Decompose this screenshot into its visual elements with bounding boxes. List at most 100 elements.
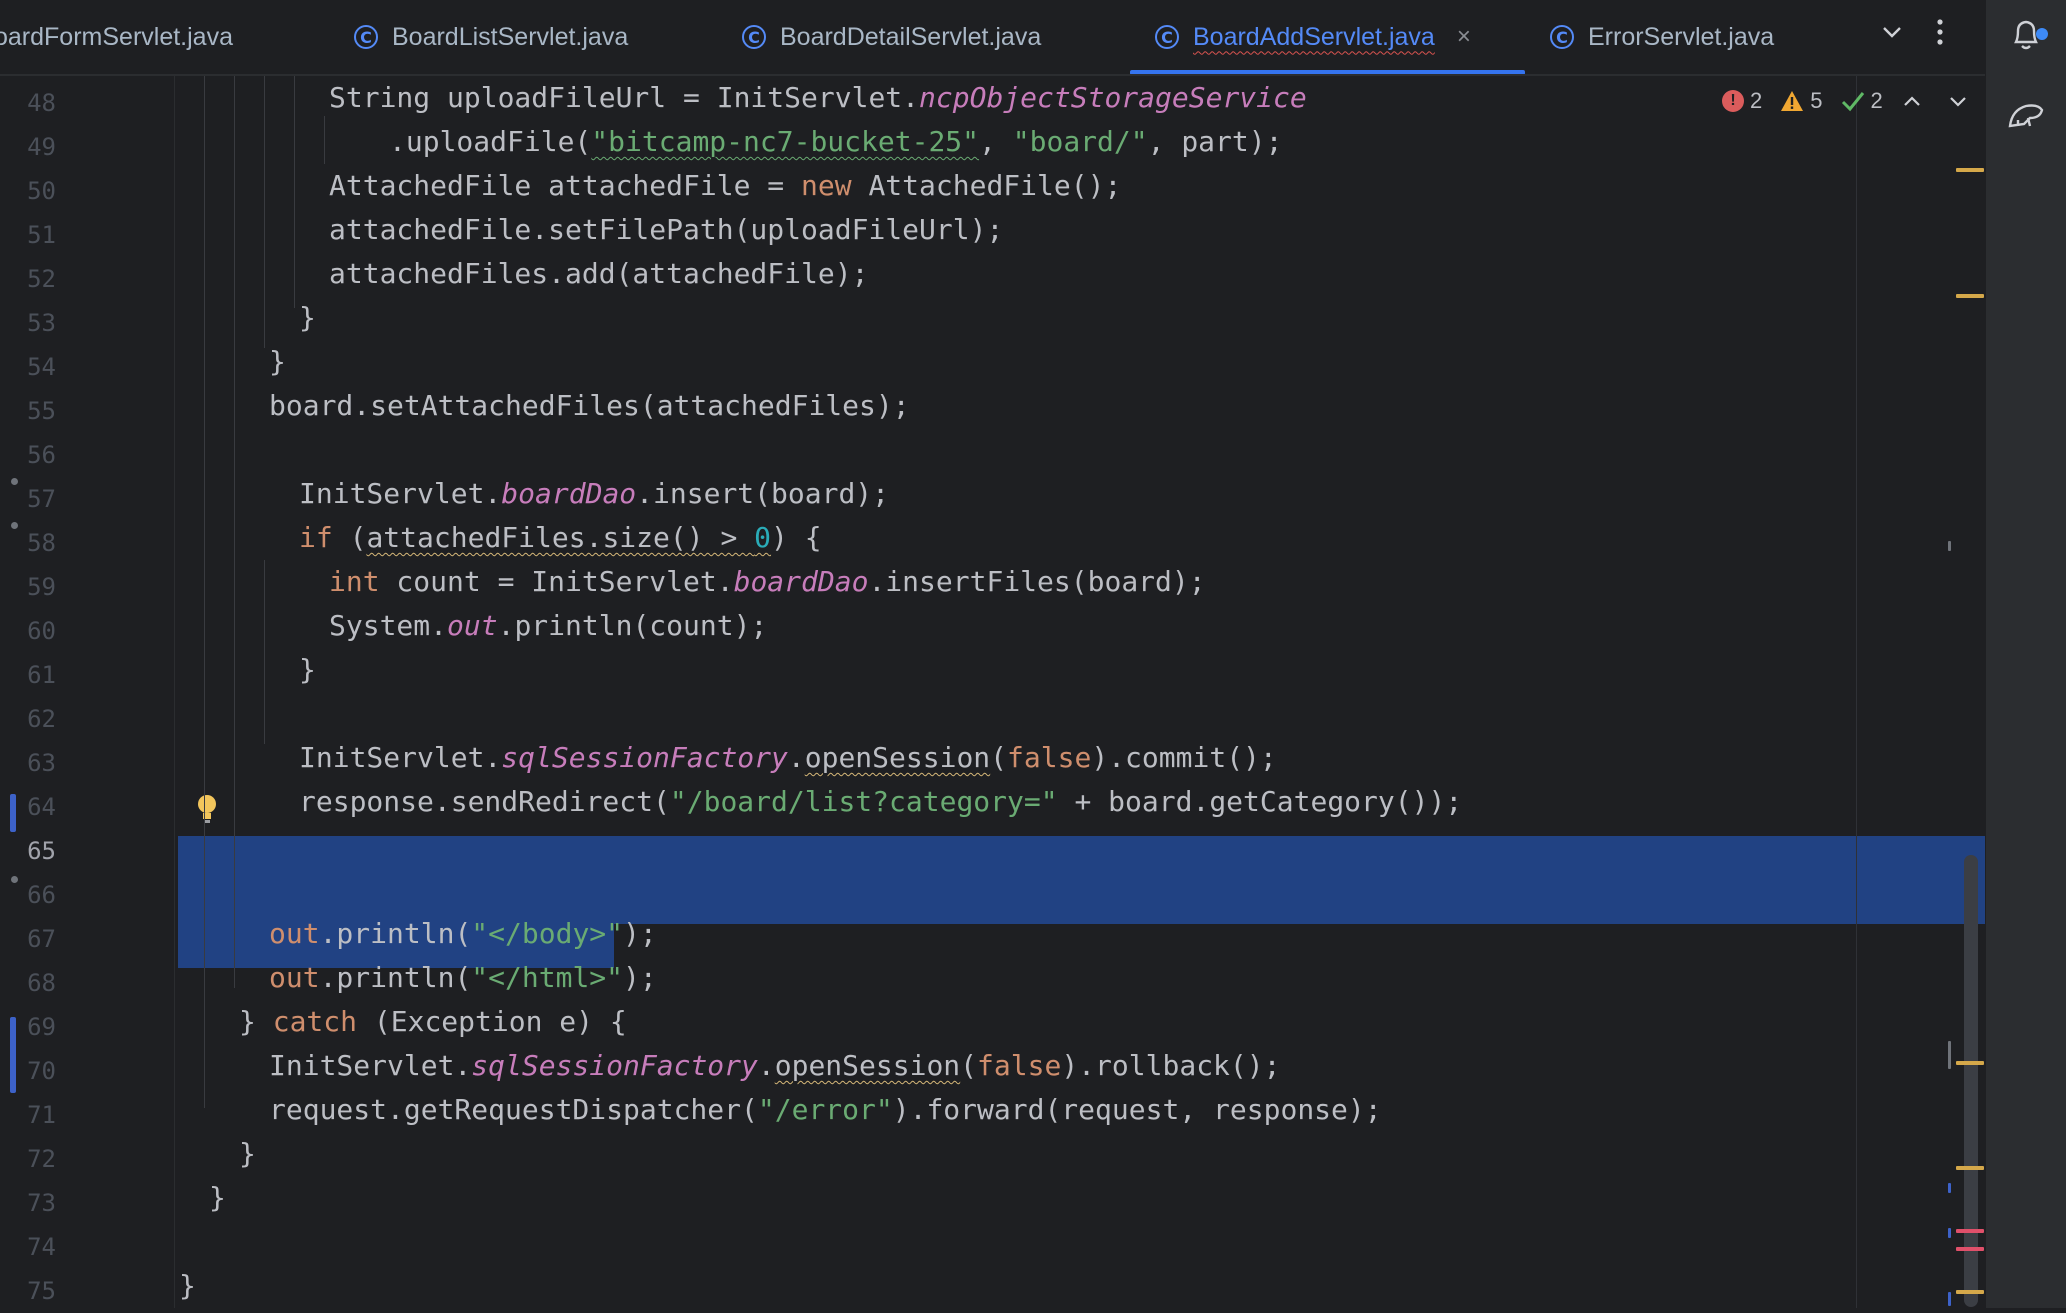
code-line-72[interactable]: }: [209, 1176, 226, 1220]
code-text: String uploadFileUrl = InitServlet.: [329, 81, 920, 114]
code-line-52[interactable]: attachedFiles.add(attachedFile);: [329, 252, 868, 296]
warning-count[interactable]: 5: [1780, 88, 1823, 114]
line-number[interactable]: 60: [0, 609, 56, 653]
line-number[interactable]: 63: [0, 741, 56, 785]
code-keyword: false: [977, 1049, 1062, 1082]
code-text: InitServlet.: [299, 741, 502, 774]
code-field: boardDao: [733, 565, 869, 598]
error-stripe[interactable]: [1956, 1229, 1984, 1233]
warning-stripe[interactable]: [1956, 294, 1984, 298]
line-number[interactable]: 61: [0, 653, 56, 697]
chevron-down-icon[interactable]: [1880, 18, 1904, 51]
code-text: response.sendRedirect(: [299, 785, 670, 818]
code-editor[interactable]: String uploadFileUrl = InitServlet.ncpOb…: [176, 76, 1985, 1308]
line-number[interactable]: 55: [0, 389, 56, 433]
line-number[interactable]: 53: [0, 301, 56, 345]
code-line-60[interactable]: System.out.println(count);: [329, 604, 767, 648]
line-number[interactable]: 70: [0, 1049, 56, 1093]
warning-stripe[interactable]: [1956, 1166, 1984, 1170]
bell-icon[interactable]: [2006, 14, 2048, 54]
code-text: count = InitServlet.: [379, 565, 734, 598]
error-count[interactable]: ! 2: [1722, 88, 1762, 114]
line-number[interactable]: 50: [0, 169, 56, 213]
code-line-53[interactable]: }: [299, 296, 316, 340]
line-number[interactable]: 52: [0, 257, 56, 301]
chevron-up-icon[interactable]: [1901, 90, 1923, 112]
code-line-54[interactable]: }: [269, 340, 286, 384]
line-number[interactable]: 72: [0, 1137, 56, 1181]
line-number[interactable]: 64: [0, 785, 56, 829]
line-number[interactable]: 66: [0, 873, 56, 917]
code-text: InitServlet.: [299, 477, 502, 510]
code-keyword: out: [269, 917, 320, 950]
code-line-55[interactable]: board.setAttachedFiles(attachedFiles);: [269, 384, 910, 428]
code-line-64[interactable]: response.sendRedirect("/board/list?categ…: [299, 780, 1462, 824]
code-line-61[interactable]: }: [299, 648, 316, 692]
line-number[interactable]: 59: [0, 565, 56, 609]
code-line-74[interactable]: }: [179, 1264, 196, 1308]
line-number[interactable]: 69: [0, 1005, 56, 1049]
line-number[interactable]: 73: [0, 1181, 56, 1225]
line-number[interactable]: 48: [0, 81, 56, 125]
code-string: "bitcamp-nc7-bucket-25": [591, 125, 980, 158]
code-line-48[interactable]: String uploadFileUrl = InitServlet.ncpOb…: [329, 76, 1307, 120]
code-line-63[interactable]: InitServlet.sqlSessionFactory.openSessio…: [299, 736, 1277, 780]
line-number[interactable]: 58: [0, 521, 56, 565]
code-line-67[interactable]: out.println("</html>");: [269, 956, 657, 1000]
tab-error[interactable]: C ErrorServlet.java: [1550, 0, 1774, 74]
editor-tab-bar: oardFormServlet.java C BoardListServlet.…: [0, 0, 1985, 76]
line-number[interactable]: 56: [0, 433, 56, 477]
tab-boardadd[interactable]: C BoardAddServlet.java ×: [1155, 0, 1471, 74]
line-number[interactable]: 57: [0, 477, 56, 521]
line-number[interactable]: 67: [0, 917, 56, 961]
tab-boardform[interactable]: oardFormServlet.java: [0, 0, 233, 74]
checkmark-icon: [1841, 92, 1864, 112]
ok-count[interactable]: 2: [1841, 88, 1883, 114]
tab-label: BoardDetailServlet.java: [780, 22, 1042, 51]
code-text: AttachedFile();: [851, 169, 1122, 202]
chevron-down-icon[interactable]: [1947, 90, 1969, 112]
code-line-68[interactable]: } catch (Exception e) {: [239, 1000, 627, 1044]
line-number[interactable]: 54: [0, 345, 56, 389]
line-number[interactable]: 68: [0, 961, 56, 1005]
code-line-66[interactable]: out.println("</body>");: [269, 912, 657, 956]
more-vertical-icon[interactable]: [1934, 18, 1946, 53]
code-line-59[interactable]: int count = InitServlet.boardDao.insertF…: [329, 560, 1206, 604]
line-number[interactable]: 65: [0, 829, 56, 873]
code-line-57[interactable]: InitServlet.boardDao.insert(board);: [299, 472, 889, 516]
tab-boardlist[interactable]: C BoardListServlet.java: [354, 0, 628, 74]
code-text: }: [299, 653, 316, 686]
vertical-scrollbar-thumb[interactable]: [1964, 855, 1978, 1307]
code-text: ).forward(request, response);: [892, 1093, 1382, 1126]
code-line-71[interactable]: }: [239, 1132, 256, 1176]
line-number[interactable]: 62: [0, 697, 56, 741]
line-number[interactable]: 71: [0, 1093, 56, 1137]
ai-assistant-icon[interactable]: [2006, 96, 2046, 136]
code-line-49[interactable]: .uploadFile("bitcamp-nc7-bucket-25", "bo…: [389, 120, 1282, 164]
code-warning: openSession: [804, 741, 991, 774]
line-number[interactable]: 49: [0, 125, 56, 169]
code-keyword: new: [801, 169, 852, 202]
warning-stripe[interactable]: [1956, 1061, 1984, 1065]
line-number[interactable]: 51: [0, 213, 56, 257]
close-icon[interactable]: ×: [1457, 23, 1471, 51]
code-line-70[interactable]: request.getRequestDispatcher("/error").f…: [269, 1088, 1382, 1132]
error-stripe[interactable]: [1956, 1247, 1984, 1251]
code-line-69[interactable]: InitServlet.sqlSessionFactory.openSessio…: [269, 1044, 1280, 1088]
code-keyword: if: [299, 521, 333, 554]
notification-dot: [2036, 28, 2048, 40]
line-number[interactable]: 74: [0, 1225, 56, 1269]
code-text: ).commit();: [1091, 741, 1277, 774]
code-line-50[interactable]: AttachedFile attachedFile = new Attached…: [329, 164, 1121, 208]
code-text: ) {: [771, 521, 822, 554]
line-number[interactable]: 75: [0, 1269, 56, 1313]
inspection-widget[interactable]: ! 2 5 2: [1722, 88, 1969, 114]
warning-stripe[interactable]: [1956, 1290, 1984, 1294]
code-text: attachedFiles.add(attachedFile);: [329, 257, 869, 290]
tab-boarddetail[interactable]: C BoardDetailServlet.java: [742, 0, 1041, 74]
code-line-51[interactable]: attachedFile.setFilePath(uploadFileUrl);: [329, 208, 1003, 252]
class-icon: C: [1550, 25, 1574, 49]
code-text: ,: [979, 125, 1013, 158]
code-line-58[interactable]: if (attachedFiles.size() > 0) {: [299, 516, 822, 560]
warning-stripe[interactable]: [1956, 168, 1984, 172]
